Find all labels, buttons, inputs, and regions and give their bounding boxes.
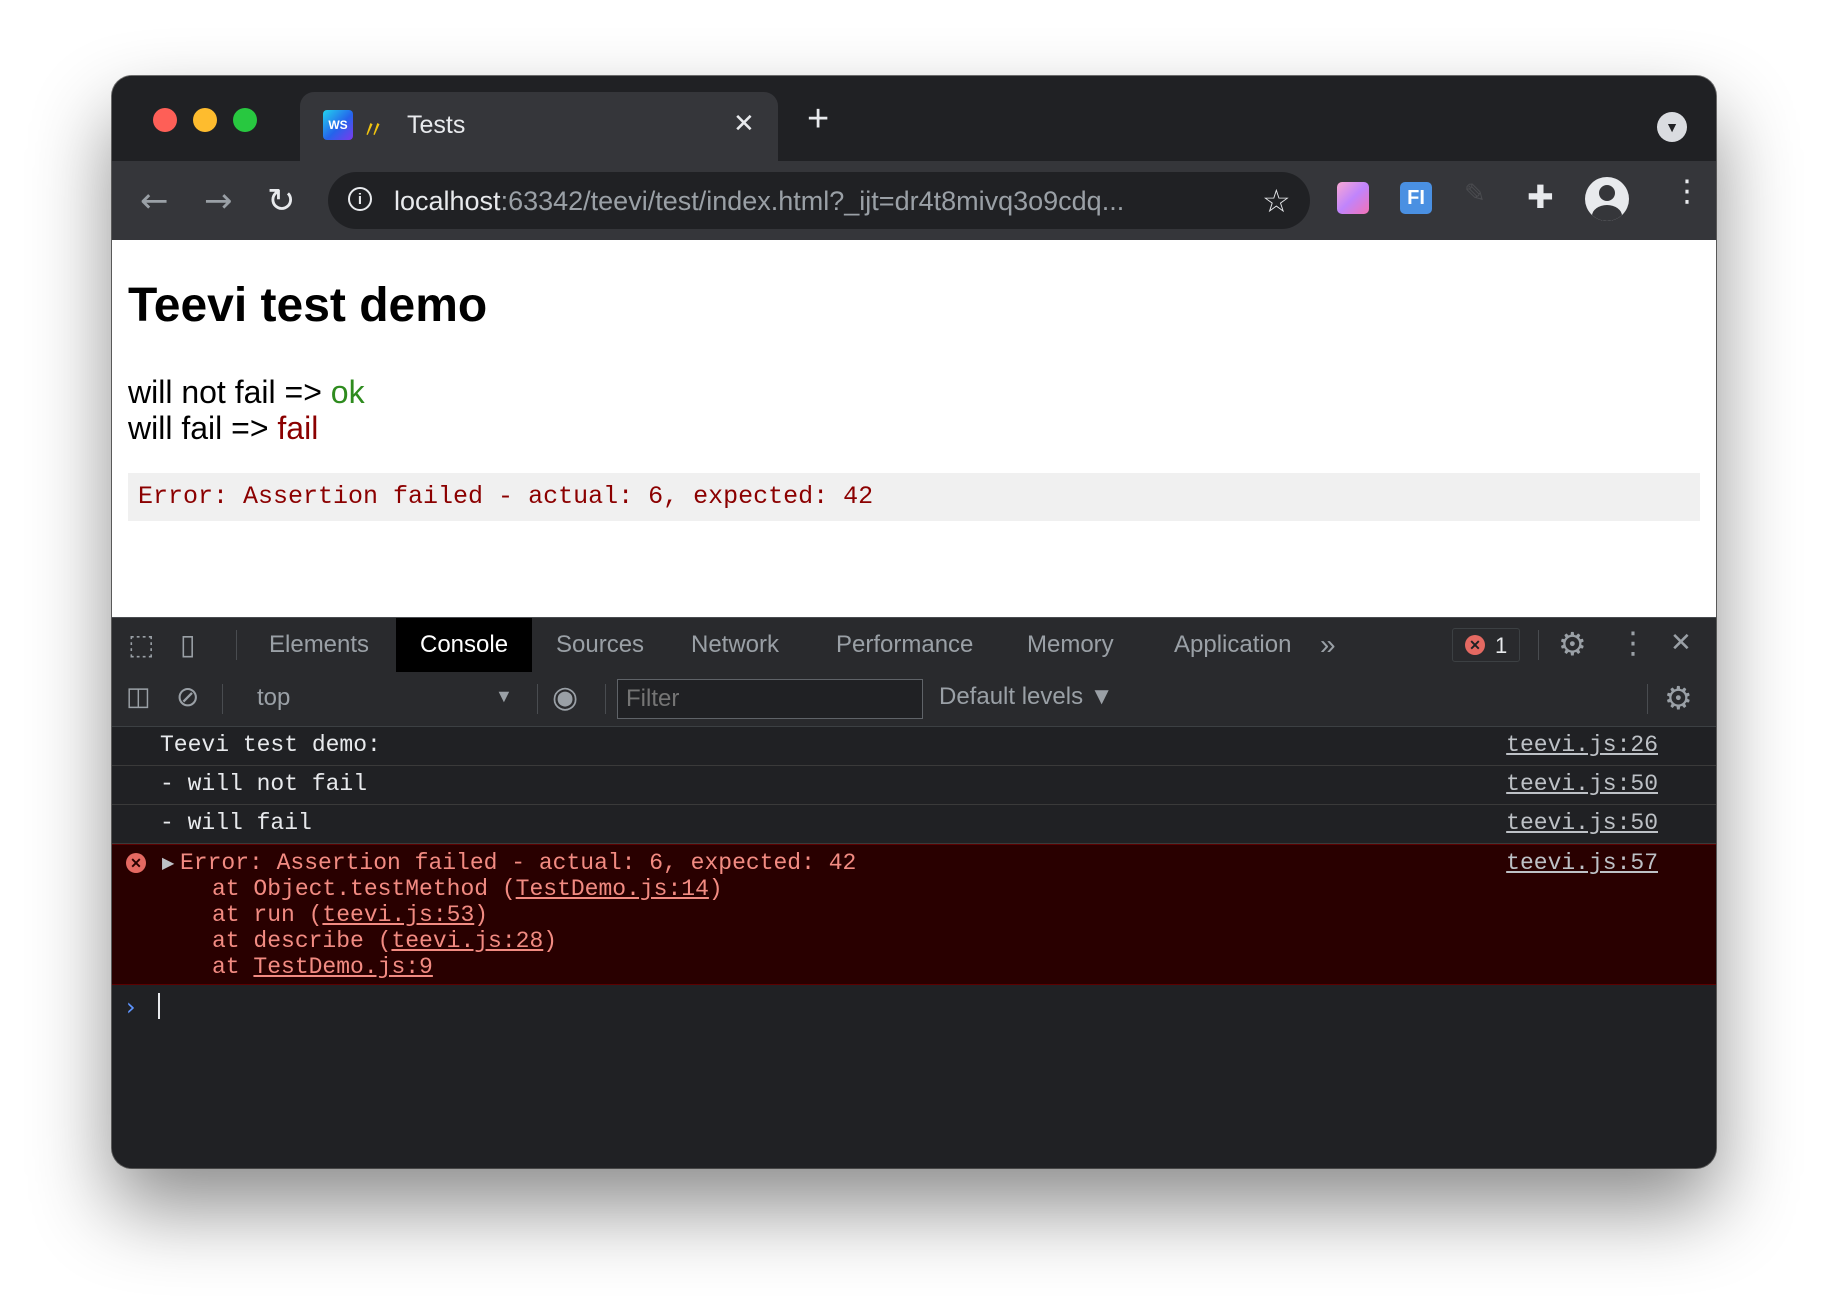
stack-frame: at describe (teevi.js:28) bbox=[212, 928, 558, 954]
close-devtools-icon[interactable]: ✕ bbox=[1670, 628, 1692, 658]
result-status-ok: ok bbox=[330, 374, 365, 410]
prompt-chevron-icon: › bbox=[126, 993, 136, 1021]
url-text[interactable]: localhost:63342/teevi/test/index.html?_i… bbox=[394, 186, 1124, 217]
tab-console[interactable]: Console bbox=[396, 618, 533, 672]
stack-link[interactable]: TestDemo.js:9 bbox=[253, 954, 432, 980]
console-settings-gear-icon[interactable]: ⚙ bbox=[1664, 679, 1693, 717]
close-window-button[interactable] bbox=[153, 108, 177, 132]
log-source-link[interactable]: teevi.js:50 bbox=[1506, 810, 1658, 836]
divider bbox=[1538, 630, 1539, 660]
page-title: Teevi test demo bbox=[128, 279, 488, 332]
log-message: - will not fail bbox=[160, 771, 368, 797]
clear-console-icon[interactable]: ⊘ bbox=[176, 680, 199, 713]
devtools-menu-icon[interactable]: ⋮ bbox=[1618, 626, 1648, 661]
result-label: will not fail => bbox=[128, 374, 331, 410]
console-prompt[interactable]: › bbox=[112, 985, 1716, 1025]
stack-frame: at run (teevi.js:53) bbox=[212, 902, 489, 928]
log-source-link[interactable]: teevi.js:26 bbox=[1506, 732, 1658, 758]
tab-sources[interactable]: Sources bbox=[532, 618, 668, 672]
browser-toolbar: ← → ↻ i localhost:63342/teevi/test/index… bbox=[112, 161, 1716, 240]
minimize-window-button[interactable] bbox=[193, 108, 217, 132]
result-line: will not fail => ok bbox=[128, 374, 365, 411]
tab-performance[interactable]: Performance bbox=[812, 618, 997, 672]
webstorm-favicon-icon: WS bbox=[323, 110, 353, 140]
new-tab-button[interactable]: + bbox=[807, 98, 829, 141]
context-selector[interactable]: top bbox=[257, 684, 290, 712]
browser-window: WS 〃 Tests ✕ + ▼ ← → ↻ i localhost:63342… bbox=[112, 76, 1716, 1168]
address-bar[interactable]: i localhost:63342/teevi/test/index.html?… bbox=[328, 172, 1310, 229]
back-arrow-icon[interactable]: ← bbox=[140, 181, 169, 221]
error-message: Error: Assertion failed - actual: 6, exp… bbox=[180, 850, 857, 876]
browser-menu-icon[interactable]: ⋮ bbox=[1672, 177, 1702, 207]
console-output: Teevi test demo: teevi.js:26 - will not … bbox=[112, 727, 1716, 1025]
error-source-link[interactable]: teevi.js:57 bbox=[1506, 850, 1658, 876]
error-icon: ✕ bbox=[1465, 635, 1485, 655]
tab-search-icon[interactable]: ▼ bbox=[1657, 112, 1687, 142]
inspect-element-icon[interactable]: ⬚ bbox=[128, 628, 154, 661]
show-sidebar-icon[interactable]: ◫ bbox=[126, 682, 151, 712]
console-filter-bar: ◫ ⊘ top ▼ ◉ Default levels ▼ ⚙ bbox=[112, 672, 1716, 727]
devtools-tab-bar: ⬚ ▯ Elements Console Sources Network Per… bbox=[112, 617, 1716, 673]
tab-strip: WS 〃 Tests ✕ + ▼ bbox=[112, 76, 1716, 162]
fi-extension-icon[interactable]: FI bbox=[1400, 182, 1432, 214]
extensions-puzzle-icon[interactable]: ✚ bbox=[1527, 178, 1554, 216]
tab-elements[interactable]: Elements bbox=[245, 618, 393, 672]
divider bbox=[1647, 684, 1648, 714]
result-label: will fail => bbox=[128, 410, 278, 446]
default-levels-dropdown[interactable]: Default levels ▼ bbox=[939, 683, 1114, 711]
tab-application[interactable]: Application bbox=[1150, 618, 1315, 672]
console-log-row: - will fail teevi.js:50 bbox=[112, 805, 1716, 844]
log-message: Teevi test demo: bbox=[160, 732, 381, 758]
divider bbox=[605, 684, 606, 714]
live-expression-eye-icon[interactable]: ◉ bbox=[552, 680, 578, 715]
color-picker-extension-icon[interactable] bbox=[1337, 182, 1369, 214]
stack-frame: at TestDemo.js:9 bbox=[212, 954, 433, 980]
tab-network[interactable]: Network bbox=[667, 618, 803, 672]
console-log-row: - will not fail teevi.js:50 bbox=[112, 766, 1716, 805]
zoom-window-button[interactable] bbox=[233, 108, 257, 132]
chevron-down-icon[interactable]: ▼ bbox=[495, 686, 513, 707]
close-tab-icon[interactable]: ✕ bbox=[733, 109, 755, 139]
divider bbox=[236, 630, 237, 660]
page-content: Teevi test demo will not fail => ok will… bbox=[112, 240, 1716, 617]
forward-arrow-icon[interactable]: → bbox=[204, 181, 233, 221]
stack-link[interactable]: TestDemo.js:14 bbox=[516, 876, 709, 902]
console-log-row: Teevi test demo: teevi.js:26 bbox=[112, 727, 1716, 766]
console-error-row: ✕ ▶ Error: Assertion failed - actual: 6,… bbox=[112, 844, 1716, 985]
devtools-panel: ⬚ ▯ Elements Console Sources Network Per… bbox=[112, 617, 1716, 1168]
settings-gear-icon[interactable]: ⚙ bbox=[1558, 625, 1587, 663]
result-line: will fail => fail bbox=[128, 410, 318, 447]
expand-triangle-icon[interactable]: ▶ bbox=[162, 853, 174, 872]
text-cursor bbox=[158, 993, 160, 1019]
site-info-icon[interactable]: i bbox=[348, 187, 372, 211]
stack-frame: at Object.testMethod (TestDemo.js:14) bbox=[212, 876, 723, 902]
error-message-box: Error: Assertion failed - actual: 6, exp… bbox=[128, 473, 1700, 521]
profile-avatar-icon[interactable] bbox=[1585, 177, 1629, 221]
error-count-badge[interactable]: ✕ 1 bbox=[1452, 628, 1520, 662]
error-icon: ✕ bbox=[126, 853, 146, 873]
bookmark-star-icon[interactable]: ☆ bbox=[1262, 182, 1291, 220]
reload-icon[interactable]: ↻ bbox=[267, 181, 296, 221]
device-toolbar-icon[interactable]: ▯ bbox=[180, 628, 195, 661]
tab-memory[interactable]: Memory bbox=[1003, 618, 1138, 672]
filter-input[interactable] bbox=[617, 679, 923, 719]
more-tabs-icon[interactable]: » bbox=[1310, 618, 1346, 672]
test-emoji-icon: 〃 bbox=[361, 116, 385, 144]
stack-link[interactable]: teevi.js:53 bbox=[322, 902, 474, 928]
tab-tests[interactable]: WS 〃 Tests ✕ bbox=[300, 92, 778, 162]
log-source-link[interactable]: teevi.js:50 bbox=[1506, 771, 1658, 797]
tab-title: Tests bbox=[407, 111, 466, 139]
divider bbox=[537, 684, 538, 714]
divider bbox=[222, 684, 223, 714]
result-status-fail: fail bbox=[277, 410, 319, 446]
stack-link[interactable]: teevi.js:28 bbox=[391, 928, 543, 954]
log-message: - will fail bbox=[160, 810, 312, 836]
pin-extension-icon[interactable]: ✎ bbox=[1464, 179, 1486, 209]
